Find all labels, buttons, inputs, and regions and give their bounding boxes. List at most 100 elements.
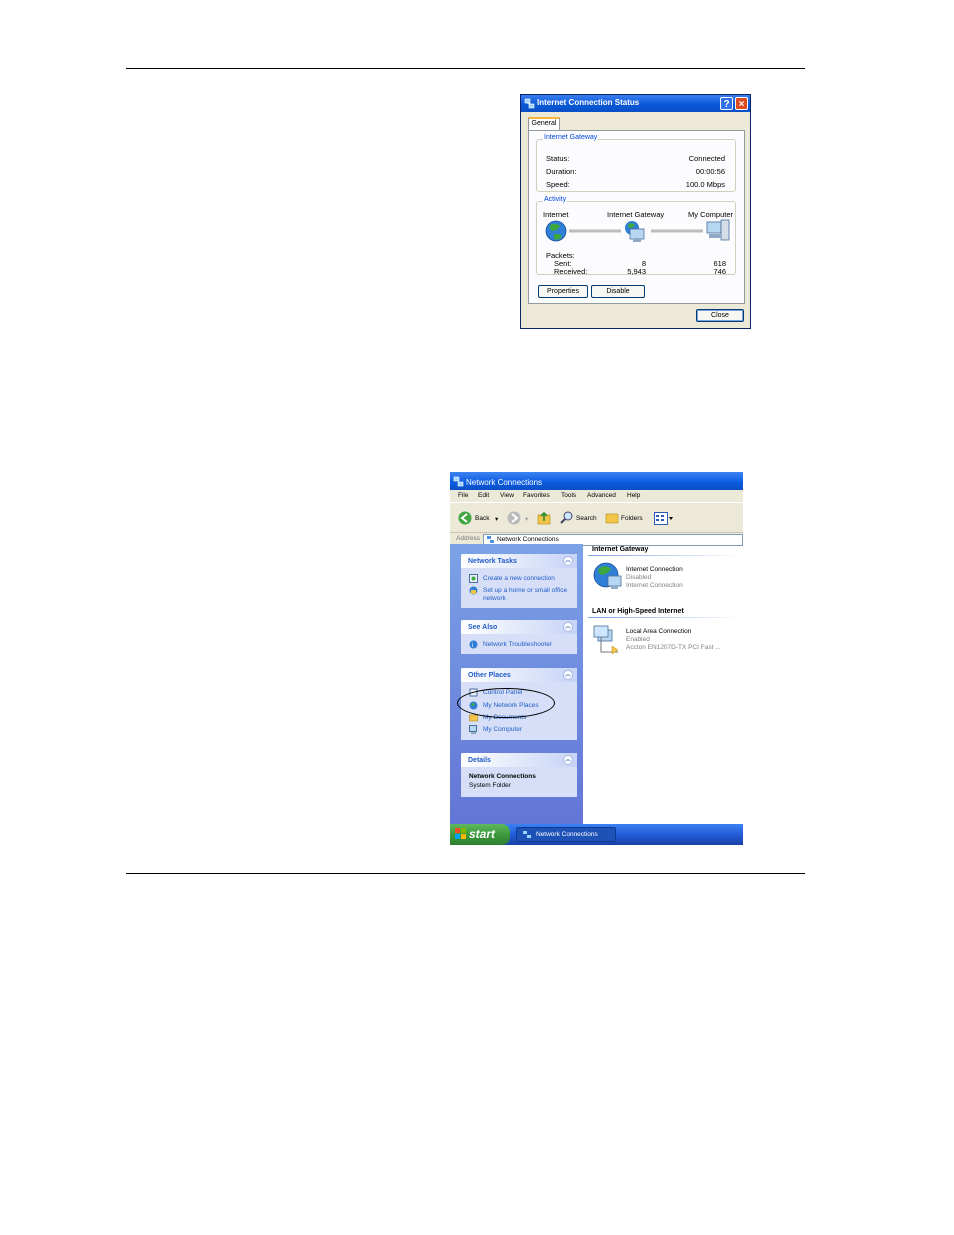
taskbar: start Network Connections bbox=[450, 824, 743, 845]
forward-icon[interactable] bbox=[507, 511, 521, 525]
lan-connection-type: Accton EN1207D-TX PCI Fast ... bbox=[626, 644, 721, 651]
internet-connection-status: Disabled bbox=[626, 574, 652, 581]
top-rule bbox=[126, 68, 805, 69]
folders-icon[interactable] bbox=[605, 512, 619, 524]
details-type: System Folder bbox=[469, 782, 511, 789]
section-divider bbox=[588, 617, 743, 618]
window-titlebar[interactable]: Network Connections bbox=[450, 472, 743, 490]
svg-text:i: i bbox=[472, 643, 473, 649]
lan-connection-status: Enabled bbox=[626, 636, 650, 643]
collapse-icon[interactable]: ︽ bbox=[563, 755, 573, 765]
window-title: Network Connections bbox=[466, 478, 543, 487]
collapse-icon[interactable]: ︽ bbox=[563, 670, 573, 680]
network-tasks-header[interactable]: Network Tasks ︽ bbox=[461, 554, 577, 568]
see-also-title: See Also bbox=[468, 624, 498, 631]
search-icon[interactable] bbox=[560, 511, 573, 524]
menu-favorites[interactable]: Favorites bbox=[523, 492, 550, 499]
details-panel: Details ︽ Network Connections System Fol… bbox=[461, 753, 577, 797]
network-connection-icon bbox=[524, 98, 535, 109]
menu-bar: File Edit View Favorites Tools Advanced … bbox=[450, 490, 743, 502]
home-network-link[interactable]: Set up a home or small office network bbox=[483, 587, 573, 602]
menu-edit[interactable]: Edit bbox=[478, 492, 489, 499]
globe-icon bbox=[545, 220, 567, 242]
details-header[interactable]: Details ︽ bbox=[461, 753, 577, 767]
tab-general[interactable]: General bbox=[528, 117, 560, 130]
folders-button[interactable]: Folders bbox=[621, 515, 643, 522]
up-folder-icon[interactable] bbox=[537, 511, 551, 525]
other-places-title: Other Places bbox=[468, 672, 511, 679]
received-label: Received: bbox=[554, 267, 588, 276]
internet-connection-item[interactable]: Internet Connection Disabled Internet Co… bbox=[584, 562, 743, 592]
troubleshooter-icon: i bbox=[469, 640, 478, 649]
menu-help[interactable]: Help bbox=[627, 492, 640, 499]
received-computer-value: 746 bbox=[713, 267, 726, 276]
section-title: Internet Gateway bbox=[592, 546, 649, 553]
computer-icon bbox=[706, 219, 730, 241]
back-icon[interactable] bbox=[458, 511, 472, 525]
home-network-icon bbox=[469, 586, 478, 595]
my-computer-icon bbox=[469, 725, 477, 734]
help-button[interactable]: ? bbox=[720, 97, 733, 110]
details-name: Network Connections bbox=[469, 773, 536, 780]
internet-connection-name: Internet Connection bbox=[626, 566, 683, 573]
forward-dropdown-icon[interactable]: ▾ bbox=[525, 515, 528, 523]
start-label: start bbox=[469, 827, 496, 841]
address-label: Address bbox=[456, 535, 480, 542]
dialog-titlebar[interactable]: Internet Connection Status ? × bbox=[521, 95, 750, 112]
network-connections-icon bbox=[487, 536, 494, 543]
my-computer-link[interactable]: My Computer bbox=[483, 726, 573, 734]
gateway-group-label: Internet Gateway bbox=[543, 134, 599, 141]
connections-list: Internet Gateway Internet Connection Dis… bbox=[584, 544, 743, 824]
section-title: LAN or High-Speed Internet bbox=[592, 608, 684, 615]
status-value: Connected bbox=[688, 154, 725, 163]
address-value: Network Connections bbox=[497, 536, 559, 543]
taskbar-network-connections[interactable]: Network Connections bbox=[516, 827, 616, 842]
speed-label: Speed: bbox=[546, 180, 570, 189]
collapse-icon[interactable]: ︽ bbox=[563, 622, 573, 632]
dialog-title: Internet Connection Status bbox=[537, 98, 640, 107]
menu-tools[interactable]: Tools bbox=[561, 492, 576, 499]
lan-connection-icon bbox=[593, 625, 619, 655]
activity-graphic bbox=[545, 219, 730, 242]
see-also-header[interactable]: See Also ︽ bbox=[461, 620, 577, 634]
gateway-icon bbox=[625, 221, 645, 242]
bottom-rule bbox=[126, 873, 805, 874]
network-connections-window: Network Connections File Edit View Favor… bbox=[450, 472, 743, 845]
menu-file[interactable]: File bbox=[458, 492, 468, 499]
troubleshooter-link[interactable]: Network Troubleshooter bbox=[483, 641, 573, 649]
menu-advanced[interactable]: Advanced bbox=[587, 492, 616, 499]
toolbar: Back ▾ ▾ Search Folders bbox=[450, 502, 743, 533]
windows-logo-icon bbox=[455, 828, 466, 839]
network-tasks-title: Network Tasks bbox=[468, 558, 517, 565]
back-dropdown-icon[interactable]: ▾ bbox=[495, 515, 498, 523]
details-title: Details bbox=[468, 757, 491, 764]
network-connections-icon bbox=[523, 831, 531, 838]
start-button[interactable]: start bbox=[450, 824, 510, 845]
activity-group-label: Activity bbox=[543, 196, 568, 203]
views-icon[interactable] bbox=[654, 512, 674, 525]
collapse-icon[interactable]: ︽ bbox=[563, 556, 573, 566]
duration-value: 00:00:56 bbox=[695, 167, 725, 176]
search-button[interactable]: Search bbox=[576, 515, 597, 522]
taskbar-task-label: Network Connections bbox=[536, 831, 598, 838]
local-area-connection-item[interactable]: Local Area Connection Enabled Accton EN1… bbox=[584, 624, 743, 656]
disable-button[interactable]: Disable bbox=[591, 285, 645, 298]
highlight-ellipse bbox=[457, 688, 555, 718]
new-connection-icon bbox=[469, 574, 478, 583]
duration-label: Duration: bbox=[546, 167, 577, 176]
menu-view[interactable]: View bbox=[500, 492, 514, 499]
other-places-header[interactable]: Other Places ︽ bbox=[461, 668, 577, 682]
status-label: Status: bbox=[546, 154, 570, 163]
close-button[interactable]: Close bbox=[696, 309, 744, 322]
general-panel: Internet Gateway Status: Connected Durat… bbox=[528, 130, 745, 304]
connection-status-dialog: Internet Connection Status ? × General I… bbox=[520, 94, 751, 329]
close-icon[interactable]: × bbox=[735, 97, 748, 110]
properties-button[interactable]: Properties bbox=[538, 285, 588, 298]
internet-connection-icon bbox=[593, 562, 622, 589]
back-button[interactable]: Back bbox=[475, 515, 489, 522]
speed-value: 100.0 Mbps bbox=[685, 180, 725, 189]
create-connection-link[interactable]: Create a new connection bbox=[483, 575, 573, 583]
task-pane: Network Tasks ︽ Create a new connection … bbox=[450, 544, 583, 824]
see-also-panel: See Also ︽ i Network Troubleshooter bbox=[461, 620, 577, 654]
section-divider bbox=[588, 555, 743, 556]
